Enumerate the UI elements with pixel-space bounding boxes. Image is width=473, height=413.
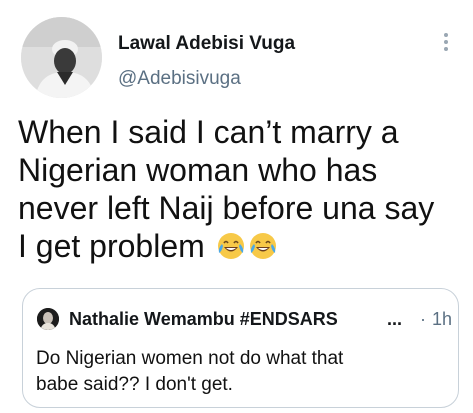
tears-of-joy-emoji-icon [216,231,246,261]
quoted-text-line: babe said?? I don't get. [36,374,233,395]
quoted-author-avatar[interactable] [37,308,59,330]
tweet-text-line-last: I get problem [18,228,205,264]
tears-of-joy-emoji-icon [248,231,278,261]
quoted-name-truncation: ... [387,309,403,329]
tweet-text-line: I get problem [18,227,458,265]
tweet-text: When I said I can’t marry a Nigerian wom… [18,113,458,265]
tweet-text-line: Nigerian woman who has [18,152,378,188]
vertical-dots-icon[interactable] [435,31,457,53]
quoted-tweet-card[interactable]: Nathalie Wemambu #ENDSARS ... · 1h Do Ni… [22,288,459,408]
quoted-tweet-text: Do Nigerian women not do what that babe … [36,346,436,398]
quoted-text-line: Do Nigerian women not do what that [36,348,344,369]
quoted-author-display-name[interactable]: Nathalie Wemambu #ENDSARS [69,309,338,330]
quoted-timestamp[interactable]: 1h [432,309,452,330]
tweet-text-line: never left Naij before una say [18,190,435,226]
author-avatar[interactable] [21,17,102,98]
author-display-name[interactable]: Lawal Adebisi Vuga [118,33,295,55]
tweet-text-line: When I said I can’t marry a [18,114,399,150]
author-handle[interactable]: @Adebisivuga [118,68,241,90]
quoted-separator: · [420,309,426,329]
